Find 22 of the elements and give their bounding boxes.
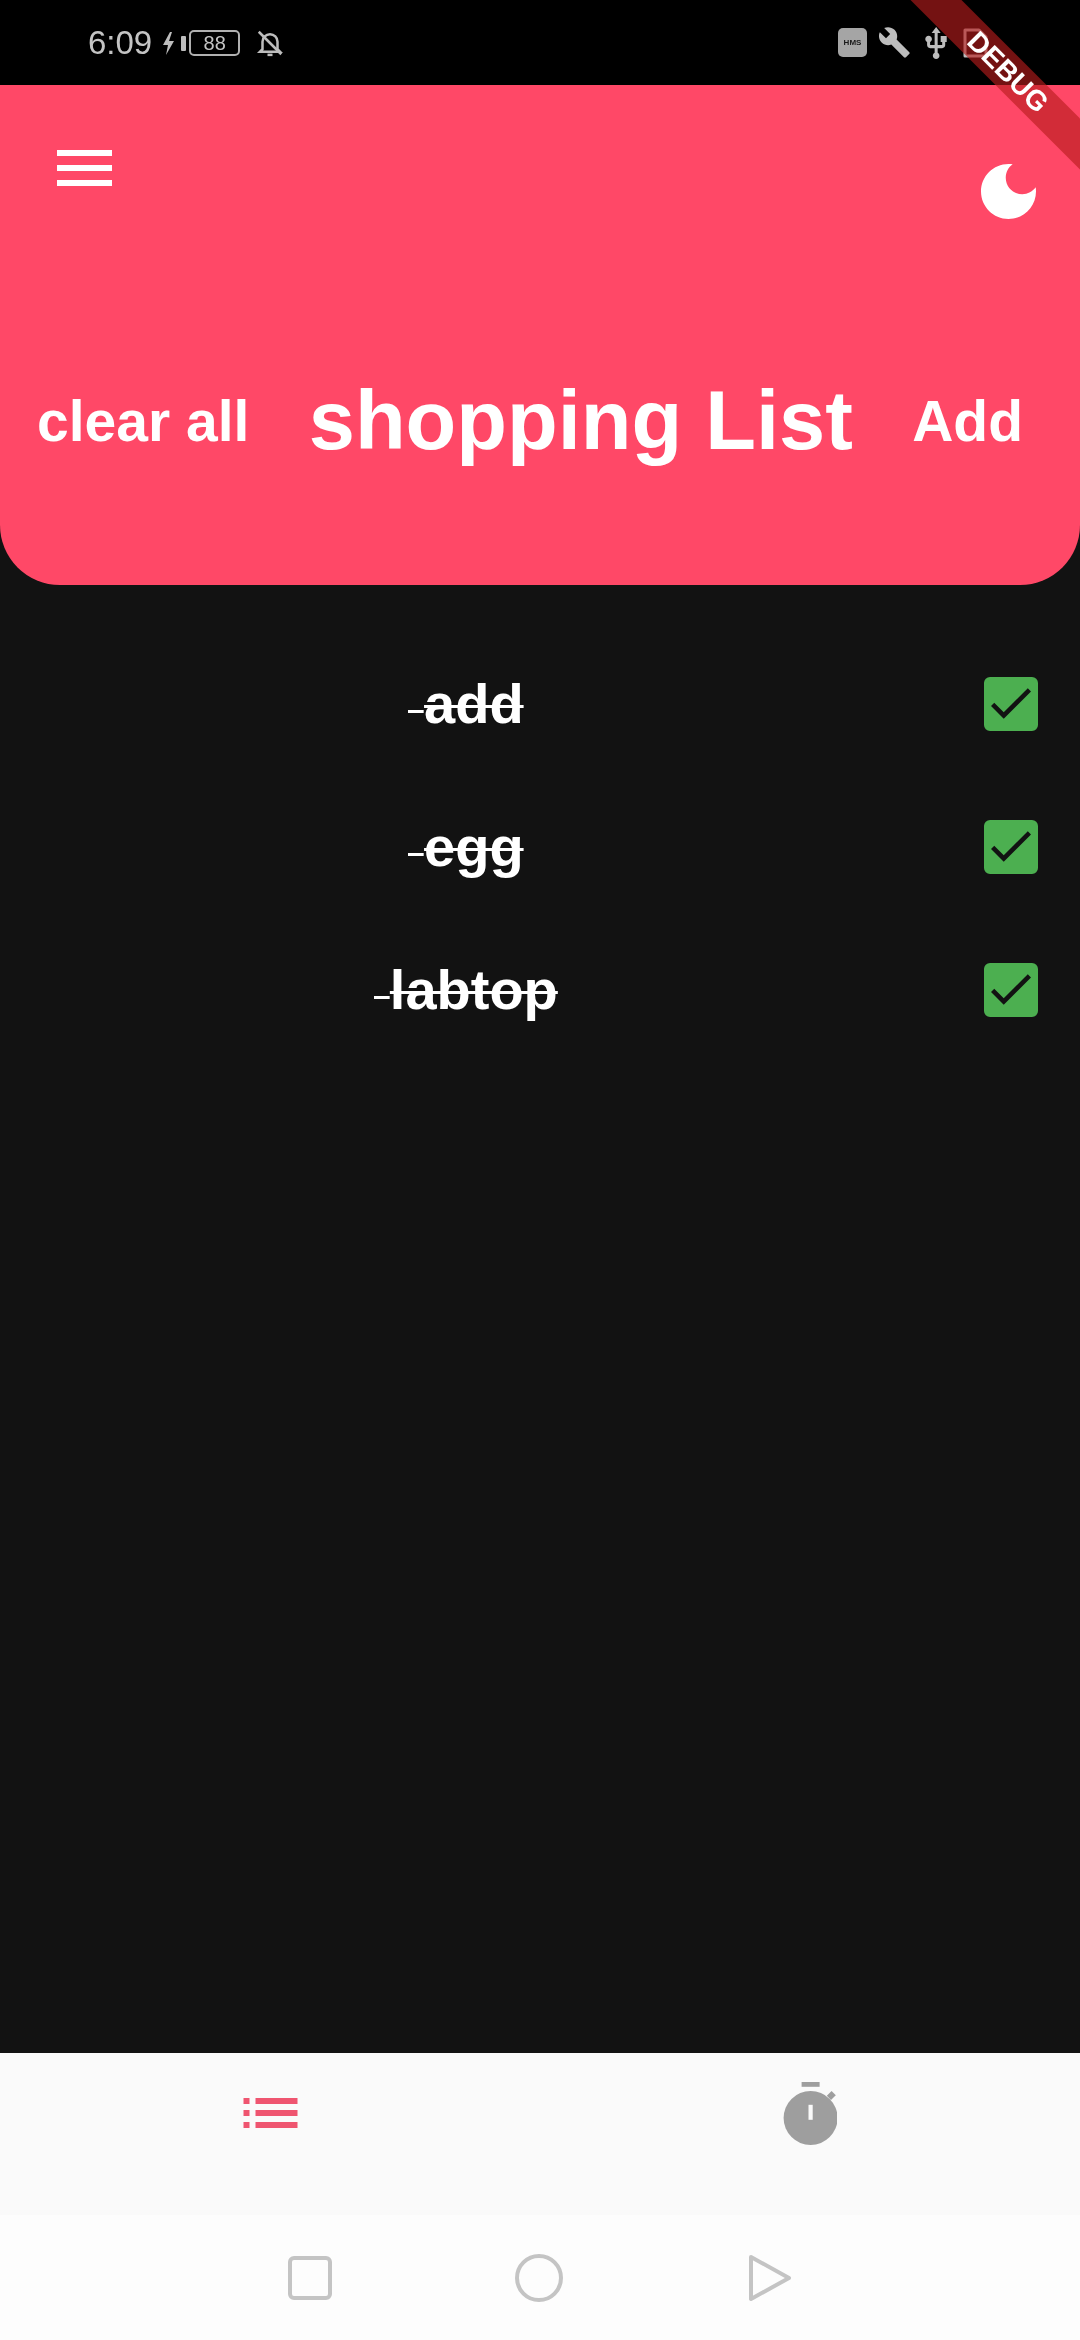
- back-icon[interactable]: [748, 2253, 792, 2302]
- moon-icon[interactable]: [981, 164, 1036, 219]
- checkmark-icon: [991, 974, 1031, 1005]
- list-icon[interactable]: [242, 2098, 298, 2128]
- wrench-icon: [879, 27, 910, 58]
- page-title: shopping List: [308, 373, 853, 469]
- menu-icon[interactable]: [57, 150, 112, 186]
- add-button[interactable]: Add: [912, 388, 1023, 454]
- stopwatch-icon[interactable]: [783, 2081, 837, 2145]
- clear-all-button[interactable]: clear all: [37, 388, 250, 454]
- app-badge: HMS: [838, 28, 867, 57]
- checkbox[interactable]: [984, 676, 1038, 731]
- checkmark-icon: [991, 688, 1031, 719]
- recents-icon[interactable]: [288, 2255, 332, 2300]
- home-icon[interactable]: [515, 2253, 563, 2302]
- checkbox[interactable]: [984, 819, 1038, 874]
- usb-icon: [925, 26, 947, 59]
- clock-time: 6:09: [88, 23, 153, 62]
- checkbox[interactable]: [984, 962, 1038, 1017]
- charging-icon: [160, 29, 187, 56]
- checkmark-icon: [991, 831, 1031, 862]
- battery-indicator: 88: [189, 29, 241, 56]
